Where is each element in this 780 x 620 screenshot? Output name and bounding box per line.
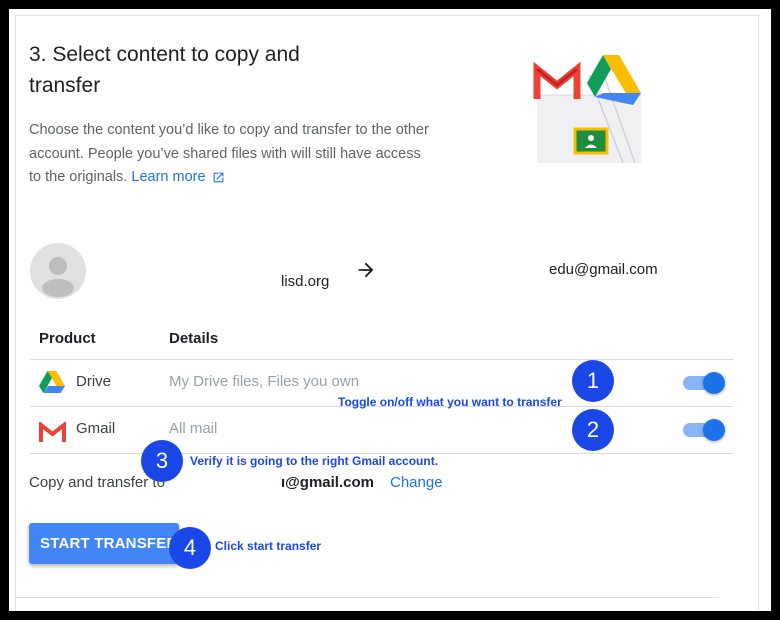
change-account-link[interactable]: Change: [390, 474, 443, 491]
description: Choose the content you’d like to copy an…: [29, 119, 429, 190]
callout-1-text: Toggle on/off what you want to transfer: [338, 395, 562, 409]
gmail-icon: [39, 422, 66, 442]
details-column-header: Details: [169, 330, 219, 347]
copy-destination-account: ı@gmail.com: [281, 474, 374, 491]
learn-more-label: Learn more: [131, 169, 206, 185]
start-transfer-button[interactable]: START TRANSFER: [29, 523, 179, 564]
arrow-right-icon: [358, 262, 374, 278]
copy-transfer-label: Copy and transfer to: [29, 474, 165, 491]
transfer-dialog: 3. Select content to copy and transfer C…: [9, 9, 771, 611]
source-account: lisd.org: [281, 273, 330, 290]
callout-1-badge: 1: [572, 360, 614, 402]
row-details: All mail: [169, 420, 218, 437]
toggle-knob: [703, 372, 725, 394]
gmail-drive-classroom-illustration: [533, 55, 641, 163]
callout-2-badge: 2: [572, 409, 614, 451]
person-icon: [42, 257, 74, 297]
bottom-divider: [15, 597, 719, 598]
row-product-name: Drive: [76, 373, 112, 390]
row-details: My Drive files, Files you own: [169, 373, 360, 390]
callout-3-badge: 3: [141, 440, 183, 482]
table-divider: [30, 359, 733, 360]
learn-more-link[interactable]: Learn more: [131, 169, 224, 185]
callout-4-text: Click start transfer: [215, 539, 322, 553]
text-cursor-icon: I: [0, 38, 8, 53]
toggle-knob: [703, 419, 725, 441]
panel-border: [15, 15, 759, 611]
row-product-name: Gmail: [76, 420, 116, 437]
annotation-backdrop: [175, 466, 279, 496]
callout-4-badge: 4: [169, 527, 211, 569]
callout-3-text: Verify it is going to the right Gmail ac…: [190, 454, 439, 468]
page-title: 3. Select content to copy and transfer: [29, 43, 300, 97]
product-column-header: Product: [39, 330, 96, 347]
gmail-toggle[interactable]: [683, 417, 727, 443]
drive-toggle[interactable]: [683, 370, 727, 396]
description-text: Choose the content you’d like to copy an…: [29, 122, 429, 185]
google-drive-icon: [39, 371, 65, 393]
external-link-icon: [213, 172, 223, 183]
destination-account: edu@gmail.com: [549, 261, 658, 278]
avatar: [30, 243, 86, 299]
